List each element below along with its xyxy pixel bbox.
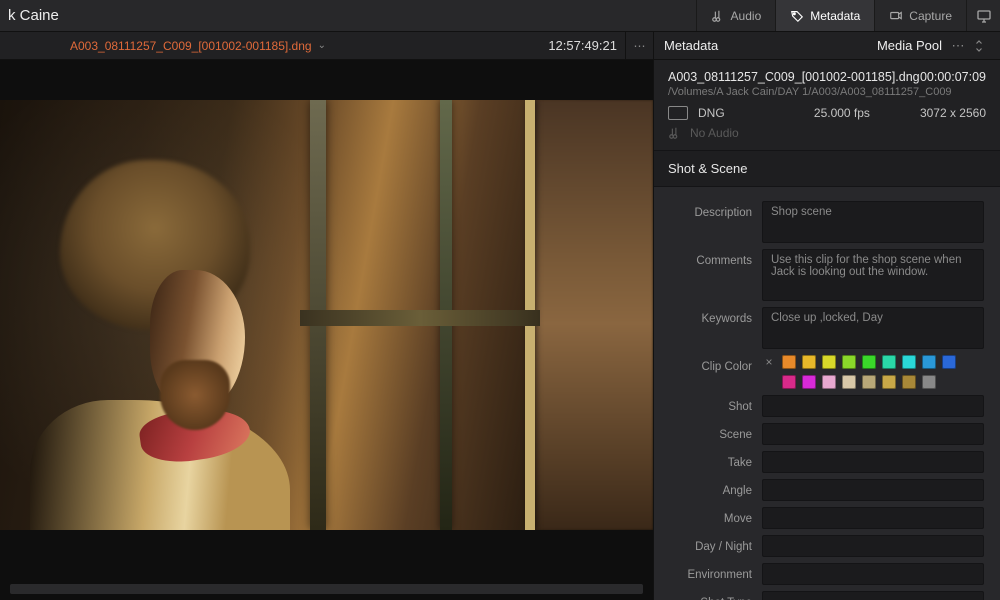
color-swatch[interactable] bbox=[822, 355, 836, 369]
color-swatch[interactable] bbox=[902, 355, 916, 369]
input-shot[interactable] bbox=[762, 395, 984, 417]
color-swatch[interactable] bbox=[842, 375, 856, 389]
label-shot-type: Shot Type bbox=[664, 591, 762, 600]
input-angle[interactable] bbox=[762, 479, 984, 501]
tab-capture-label: Capture bbox=[909, 9, 952, 23]
viewer-canvas[interactable] bbox=[0, 100, 653, 530]
label-angle: Angle bbox=[664, 479, 762, 497]
metadata-panel: A003_08111257_C009_[001002-001185].dng 0… bbox=[653, 60, 1000, 600]
chevron-down-icon: ⌄ bbox=[318, 40, 326, 51]
tab-audio-label: Audio bbox=[731, 9, 762, 23]
label-description: Description bbox=[664, 201, 762, 219]
viewer-timecode: 12:57:49:21 bbox=[548, 38, 625, 53]
label-move: Move bbox=[664, 507, 762, 525]
viewer-options-button[interactable]: ⋯ bbox=[625, 32, 653, 59]
file-name: A003_08111257_C009_[001002-001185].dng bbox=[668, 70, 920, 84]
input-move[interactable] bbox=[762, 507, 984, 529]
codec-icon bbox=[668, 106, 688, 120]
resolution-label: 3072 x 2560 bbox=[920, 106, 986, 120]
input-environment[interactable] bbox=[762, 563, 984, 585]
monitor-button[interactable] bbox=[966, 0, 1000, 31]
audio-status: No Audio bbox=[690, 126, 739, 140]
dots-icon: ⋯ bbox=[634, 39, 646, 53]
label-clip-color: Clip Color bbox=[664, 355, 762, 373]
color-swatch[interactable] bbox=[882, 375, 896, 389]
codec-label: DNG bbox=[698, 106, 725, 120]
tab-metadata[interactable]: Metadata bbox=[775, 0, 874, 31]
color-swatch[interactable] bbox=[782, 375, 796, 389]
media-pool-dropdown[interactable]: Media Pool bbox=[877, 38, 942, 53]
clip-name-dropdown[interactable]: A003_08111257_C009_[001002-001185].dng ⌄ bbox=[0, 39, 326, 53]
tab-metadata-label: Metadata bbox=[810, 9, 860, 23]
input-description[interactable]: Shop scene bbox=[762, 201, 984, 243]
color-swatch[interactable] bbox=[802, 375, 816, 389]
label-day-night: Day / Night bbox=[664, 535, 762, 553]
top-bar: k Caine Audio Metadata Ca bbox=[0, 0, 1000, 32]
metadata-panel-header: Metadata Media Pool ⋯ bbox=[653, 32, 1000, 59]
color-swatch[interactable] bbox=[942, 355, 956, 369]
clip-header-bar: A003_08111257_C009_[001002-001185].dng ⌄… bbox=[0, 32, 1000, 60]
input-comments[interactable]: Use this clip for the shop scene when Ja… bbox=[762, 249, 984, 301]
project-title: k Caine bbox=[0, 7, 640, 24]
expand-icon[interactable] bbox=[974, 39, 990, 53]
color-swatch[interactable] bbox=[782, 355, 796, 369]
metadata-form: Description Shop scene Comments Use this… bbox=[654, 187, 1000, 600]
color-swatch[interactable] bbox=[802, 355, 816, 369]
input-day-night[interactable] bbox=[762, 535, 984, 557]
viewer bbox=[0, 60, 653, 600]
audio-icon bbox=[668, 126, 682, 140]
label-take: Take bbox=[664, 451, 762, 469]
fps-label: 25.000 fps bbox=[814, 106, 870, 120]
color-swatch[interactable] bbox=[842, 355, 856, 369]
tag-icon bbox=[790, 9, 804, 23]
input-take[interactable] bbox=[762, 451, 984, 473]
tab-capture[interactable]: Capture bbox=[874, 0, 966, 31]
label-shot: Shot bbox=[664, 395, 762, 413]
color-swatch[interactable] bbox=[862, 355, 876, 369]
label-scene: Scene bbox=[664, 423, 762, 441]
input-scene[interactable] bbox=[762, 423, 984, 445]
label-environment: Environment bbox=[664, 563, 762, 581]
clip-color-picker: × bbox=[762, 355, 984, 389]
monitor-icon bbox=[976, 8, 992, 24]
file-path: /Volumes/A Jack Cain/DAY 1/A003/A003_081… bbox=[668, 86, 986, 98]
metadata-panel-title: Metadata bbox=[664, 38, 718, 53]
capture-icon bbox=[889, 9, 903, 23]
input-keywords[interactable]: Close up ,locked, Day bbox=[762, 307, 984, 349]
top-tabs: Audio Metadata Capture bbox=[696, 0, 1000, 31]
input-shot-type[interactable] bbox=[762, 591, 984, 600]
color-swatch[interactable] bbox=[922, 375, 936, 389]
color-swatch[interactable] bbox=[922, 355, 936, 369]
section-shot-scene[interactable]: Shot & Scene bbox=[654, 151, 1000, 187]
label-keywords: Keywords bbox=[664, 307, 762, 325]
label-comments: Comments bbox=[664, 249, 762, 267]
tab-audio[interactable]: Audio bbox=[696, 0, 776, 31]
metadata-options-button[interactable]: ⋯ bbox=[950, 38, 966, 54]
color-swatch[interactable] bbox=[882, 355, 896, 369]
file-duration: 00:00:07:09 bbox=[920, 70, 986, 84]
color-swatch[interactable] bbox=[822, 375, 836, 389]
clip-name-text: A003_08111257_C009_[001002-001185].dng bbox=[70, 39, 312, 53]
color-swatch[interactable] bbox=[862, 375, 876, 389]
clear-color-button[interactable]: × bbox=[762, 355, 776, 369]
main-area: A003_08111257_C009_[001002-001185].dng 0… bbox=[0, 60, 1000, 600]
color-swatch[interactable] bbox=[902, 375, 916, 389]
viewer-scrubber[interactable] bbox=[10, 584, 643, 594]
audio-icon bbox=[711, 9, 725, 23]
clip-info-block: A003_08111257_C009_[001002-001185].dng 0… bbox=[654, 60, 1000, 151]
